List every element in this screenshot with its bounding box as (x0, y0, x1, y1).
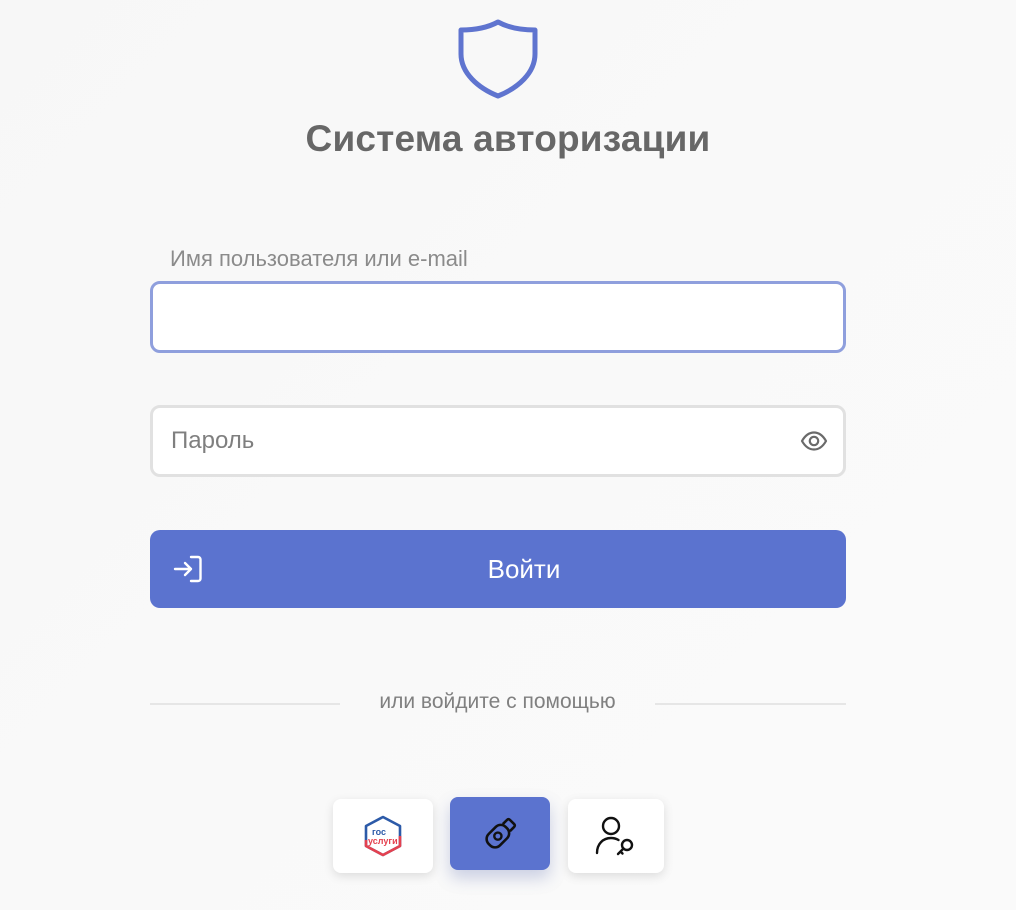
gosuslugi-logo-icon: гос услуги (364, 815, 402, 857)
usb-token-icon (485, 817, 517, 849)
usb-token-login-button[interactable] (450, 797, 550, 870)
login-button-label: Войти (487, 554, 561, 584)
divider-line-right (655, 703, 846, 705)
page-title: Система авторизации (305, 118, 711, 159)
divider-line-left (150, 703, 340, 705)
alternative-login-text: или войдите с помощью (379, 690, 616, 713)
username-input[interactable] (150, 281, 846, 353)
username-label: Имя пользователя или e-mail (170, 246, 468, 271)
gosuslugi-logo-text-bottom: услуги (368, 836, 398, 846)
gosuslugi-login-button[interactable]: гос услуги (333, 799, 433, 873)
shield-icon (458, 19, 538, 99)
user-key-login-button[interactable] (568, 799, 664, 873)
eye-icon (800, 431, 828, 451)
login-button[interactable]: Войти (150, 530, 846, 608)
user-key-icon (595, 816, 634, 856)
password-input[interactable] (150, 405, 846, 477)
show-password-button[interactable] (796, 425, 832, 457)
